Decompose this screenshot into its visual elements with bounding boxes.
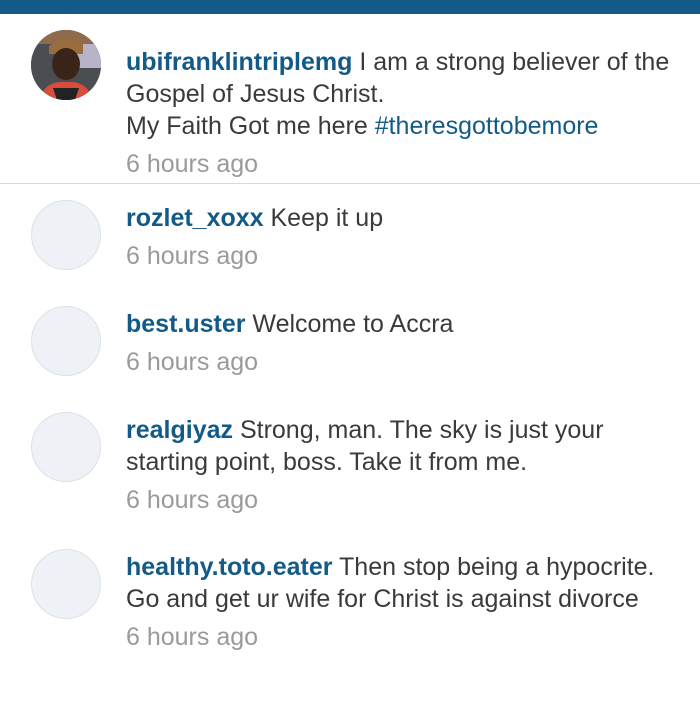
avatar[interactable] [31, 306, 101, 376]
comment-item: healthy.toto.eater Then stop being a hyp… [0, 533, 700, 703]
comment-timestamp: 6 hours ago [126, 242, 259, 270]
caption-body: ubifranklintriplemg I am a strong believ… [126, 46, 680, 180]
avatar[interactable] [31, 200, 101, 270]
avatar[interactable] [31, 412, 101, 482]
comment-timestamp: 6 hours ago [126, 486, 259, 514]
comment-item: best.uster Welcome to Accra 6 hours ago [0, 290, 700, 396]
comment-timestamp: 6 hours ago [126, 348, 259, 376]
caption-text-line2: My Faith Got me here [126, 112, 375, 140]
comment-item: realgiyaz Strong, man. The sky is just y… [0, 396, 700, 533]
top-app-bar [0, 0, 700, 14]
caption-timestamp: 6 hours ago [126, 150, 259, 178]
comment-text: Keep it up [263, 204, 384, 232]
comment-body: rozlet_xoxx Keep it up 6 hours ago [126, 202, 680, 272]
comment-username[interactable]: realgiyaz [126, 416, 233, 444]
comment-body: healthy.toto.eater Then stop being a hyp… [126, 551, 680, 653]
hashtag-link[interactable]: #theresgottobemore [375, 112, 599, 140]
comment-timestamp: 6 hours ago [126, 623, 259, 651]
user-photo-icon [31, 30, 101, 100]
post-caption: ubifranklintriplemg I am a strong believ… [0, 14, 700, 184]
comment-username[interactable]: healthy.toto.eater [126, 553, 333, 581]
caption-username[interactable]: ubifranklintriplemg [126, 48, 352, 76]
comment-text: Welcome to Accra [245, 310, 454, 338]
comment-username[interactable]: rozlet_xoxx [126, 204, 264, 232]
comment-item: rozlet_xoxx Keep it up 6 hours ago [0, 184, 700, 290]
comment-body: best.uster Welcome to Accra 6 hours ago [126, 308, 680, 378]
avatar[interactable] [31, 549, 101, 619]
avatar[interactable] [31, 30, 101, 100]
comment-username[interactable]: best.uster [126, 310, 245, 338]
comment-body: realgiyaz Strong, man. The sky is just y… [126, 414, 680, 516]
